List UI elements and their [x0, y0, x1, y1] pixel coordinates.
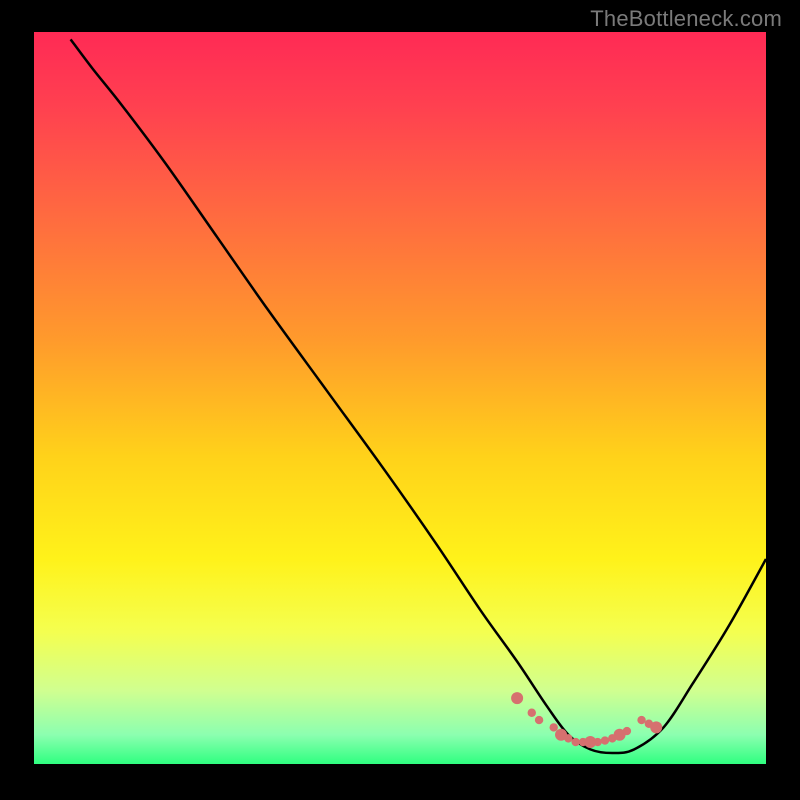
marker-point — [564, 734, 572, 742]
marker-point — [637, 716, 645, 724]
marker-point — [535, 716, 543, 724]
marker-point — [623, 727, 631, 735]
marker-point — [650, 721, 662, 733]
marker-point — [593, 738, 601, 746]
marker-point — [571, 738, 579, 746]
bottleneck-curve — [71, 39, 766, 753]
marker-point — [528, 709, 536, 717]
watermark-text: TheBottleneck.com — [590, 6, 782, 32]
marker-point — [601, 736, 609, 744]
highlight-markers — [511, 692, 662, 748]
marker-point — [511, 692, 523, 704]
curve-overlay — [34, 32, 766, 764]
marker-point — [550, 723, 558, 731]
chart-area — [34, 32, 766, 764]
